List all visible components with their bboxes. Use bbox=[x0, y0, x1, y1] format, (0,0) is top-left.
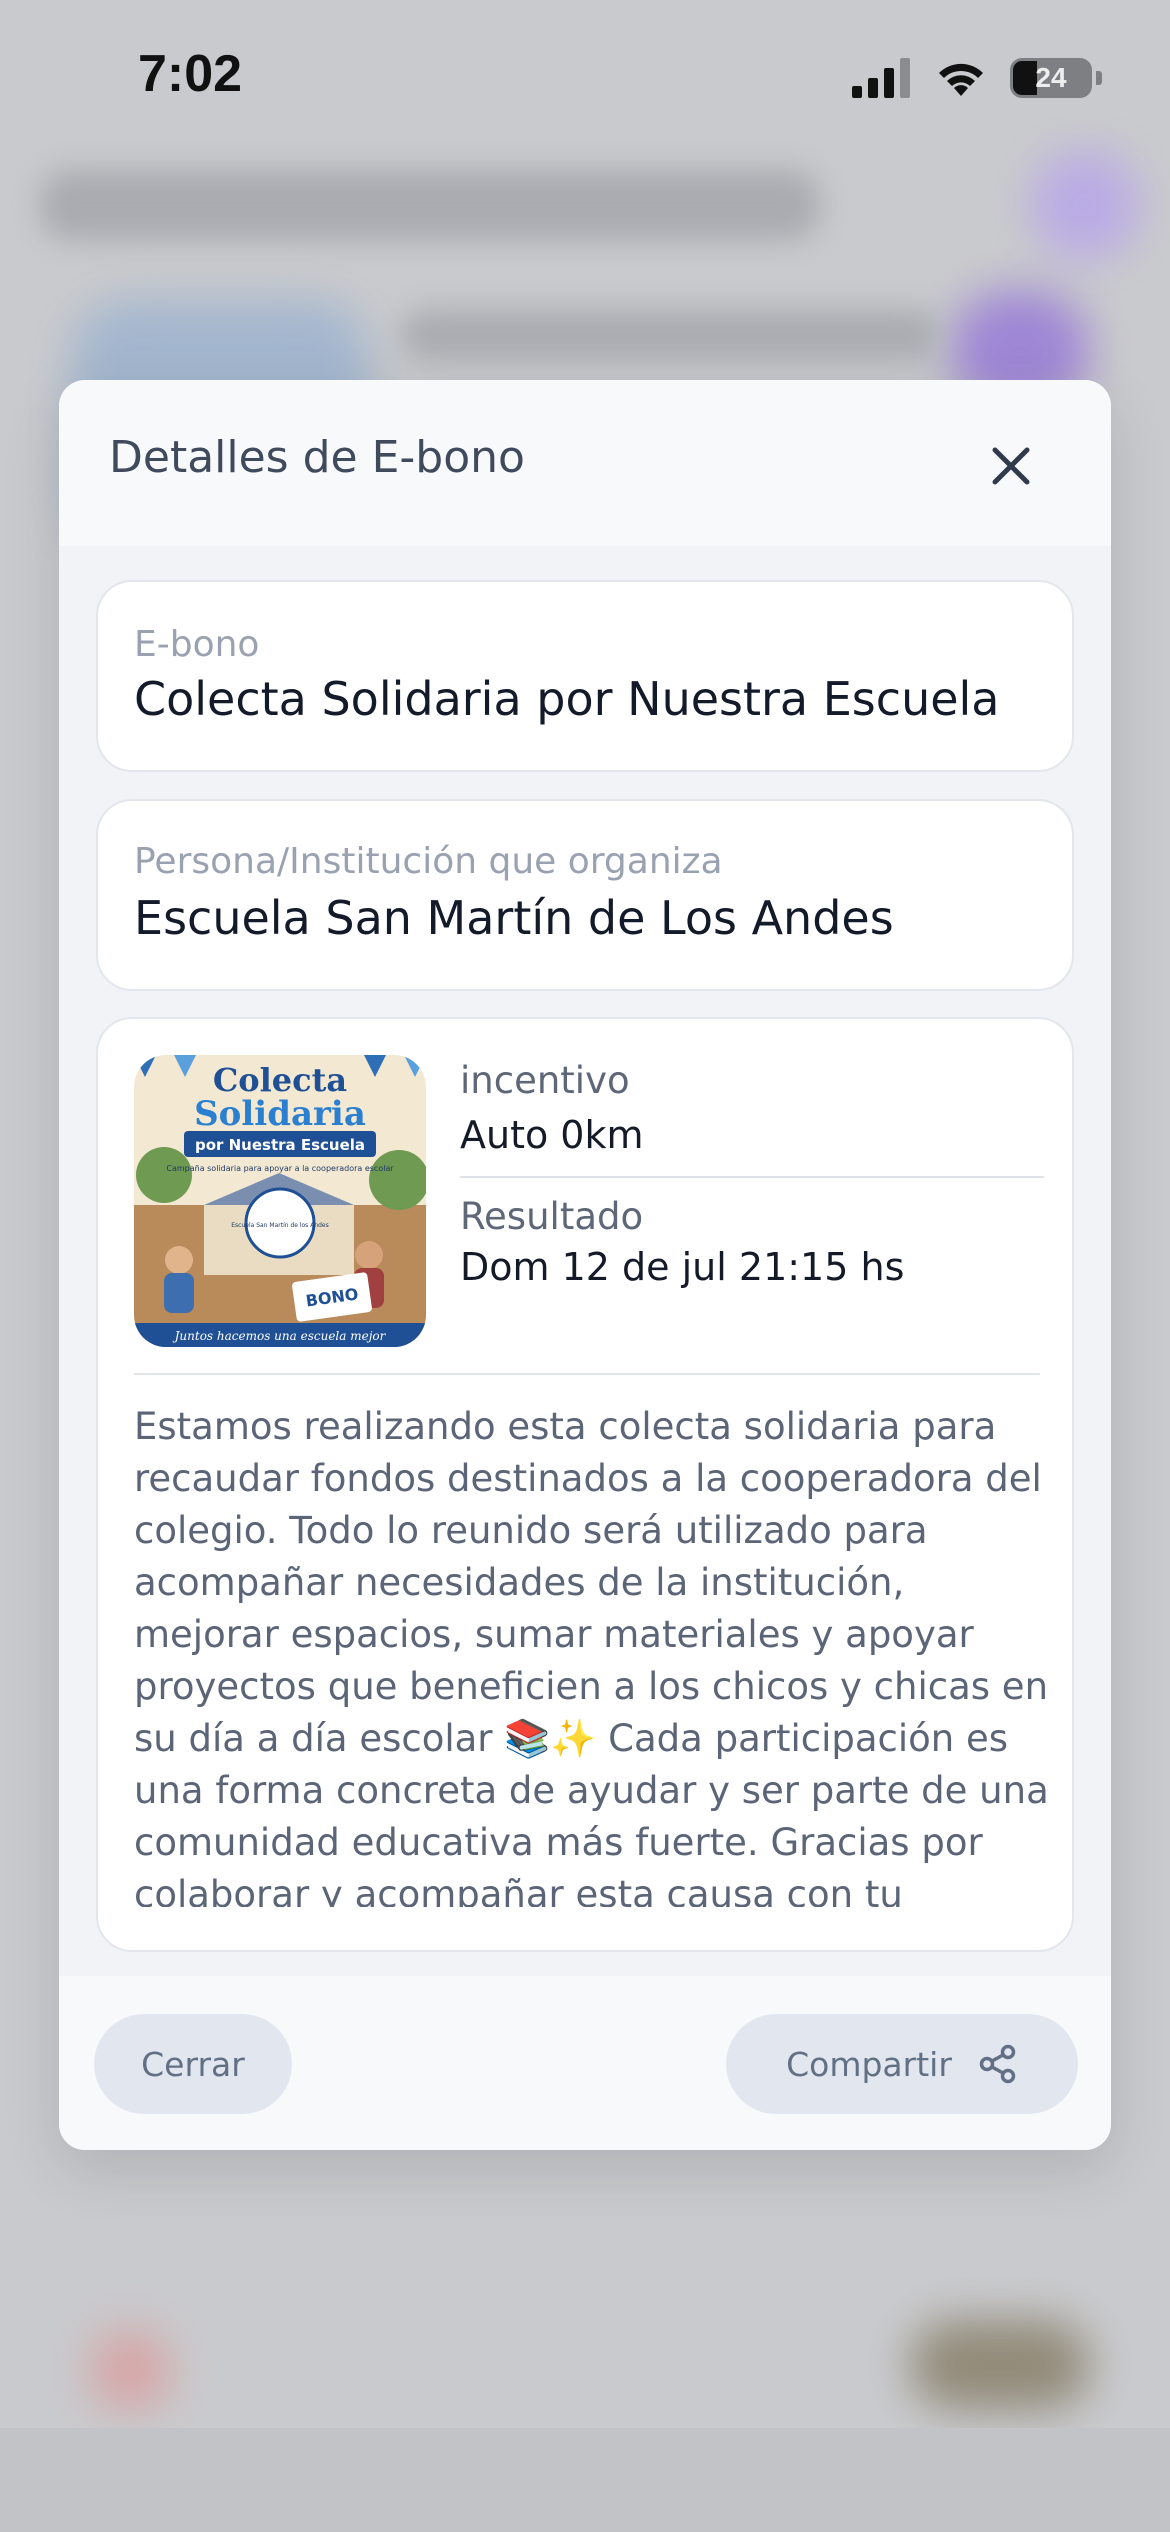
organizer-card: Persona/Institución que organiza Escuela… bbox=[96, 799, 1074, 991]
share-button[interactable]: Compartir bbox=[726, 2014, 1078, 2114]
modal-header: Detalles de E-bono bbox=[59, 380, 1111, 546]
share-button-label: Compartir bbox=[786, 2044, 952, 2084]
campaign-image-title-2: Solidaria bbox=[194, 1094, 366, 1134]
info-divider bbox=[460, 1176, 1044, 1178]
modal-footer: Cerrar Compartir bbox=[59, 1976, 1111, 2150]
close-icon bbox=[992, 447, 1030, 485]
incentive-label: incentivo bbox=[460, 1059, 630, 1102]
ebono-card: E-bono Colecta Solidaria por Nuestra Esc… bbox=[96, 580, 1074, 772]
details-card: Colecta Solidaria por Nuestra Escuela Ca… bbox=[96, 1017, 1074, 1952]
battery-icon: 24 bbox=[1010, 58, 1092, 98]
result-value: Dom 12 de jul 21:15 hs bbox=[460, 1245, 905, 1289]
ebono-name: Colecta Solidaria por Nuestra Escuela bbox=[134, 672, 1000, 726]
signal-icon bbox=[852, 58, 910, 98]
organizer-label: Persona/Institución que organiza bbox=[134, 841, 723, 882]
share-icon bbox=[979, 2044, 1016, 2084]
wifi-icon bbox=[939, 63, 983, 96]
campaign-image-school-badge: Escuela San Martín de los Andes bbox=[231, 1222, 329, 1229]
campaign-description[interactable]: Estamos realizando esta colecta solidari… bbox=[134, 1401, 1054, 1907]
cancel-button[interactable]: Cerrar bbox=[94, 2014, 292, 2114]
status-bar: 7:02 24 bbox=[0, 0, 1170, 150]
campaign-image-banner: por Nuestra Escuela bbox=[195, 1136, 365, 1154]
ebono-label: E-bono bbox=[134, 624, 260, 665]
organizer-name: Escuela San Martín de Los Andes bbox=[134, 891, 894, 945]
campaign-image: Colecta Solidaria por Nuestra Escuela Ca… bbox=[134, 1055, 426, 1347]
incentive-value: Auto 0km bbox=[460, 1113, 644, 1157]
campaign-image-footer: Juntos hacemos una escuela mejor bbox=[172, 1329, 387, 1343]
modal-title: Detalles de E-bono bbox=[109, 432, 525, 483]
campaign-image-tagline: Campaña solidaria para apoyar a la coope… bbox=[166, 1164, 394, 1173]
status-icons: 24 bbox=[852, 56, 1102, 100]
close-button[interactable] bbox=[981, 436, 1041, 496]
ebono-details-modal: Detalles de E-bono E-bono Colecta Solida… bbox=[59, 380, 1111, 2150]
result-label: Resultado bbox=[460, 1195, 644, 1238]
cancel-button-label: Cerrar bbox=[141, 2044, 245, 2084]
card-divider bbox=[134, 1373, 1040, 1375]
battery-level: 24 bbox=[1035, 62, 1067, 93]
status-time: 7:02 bbox=[138, 45, 243, 103]
